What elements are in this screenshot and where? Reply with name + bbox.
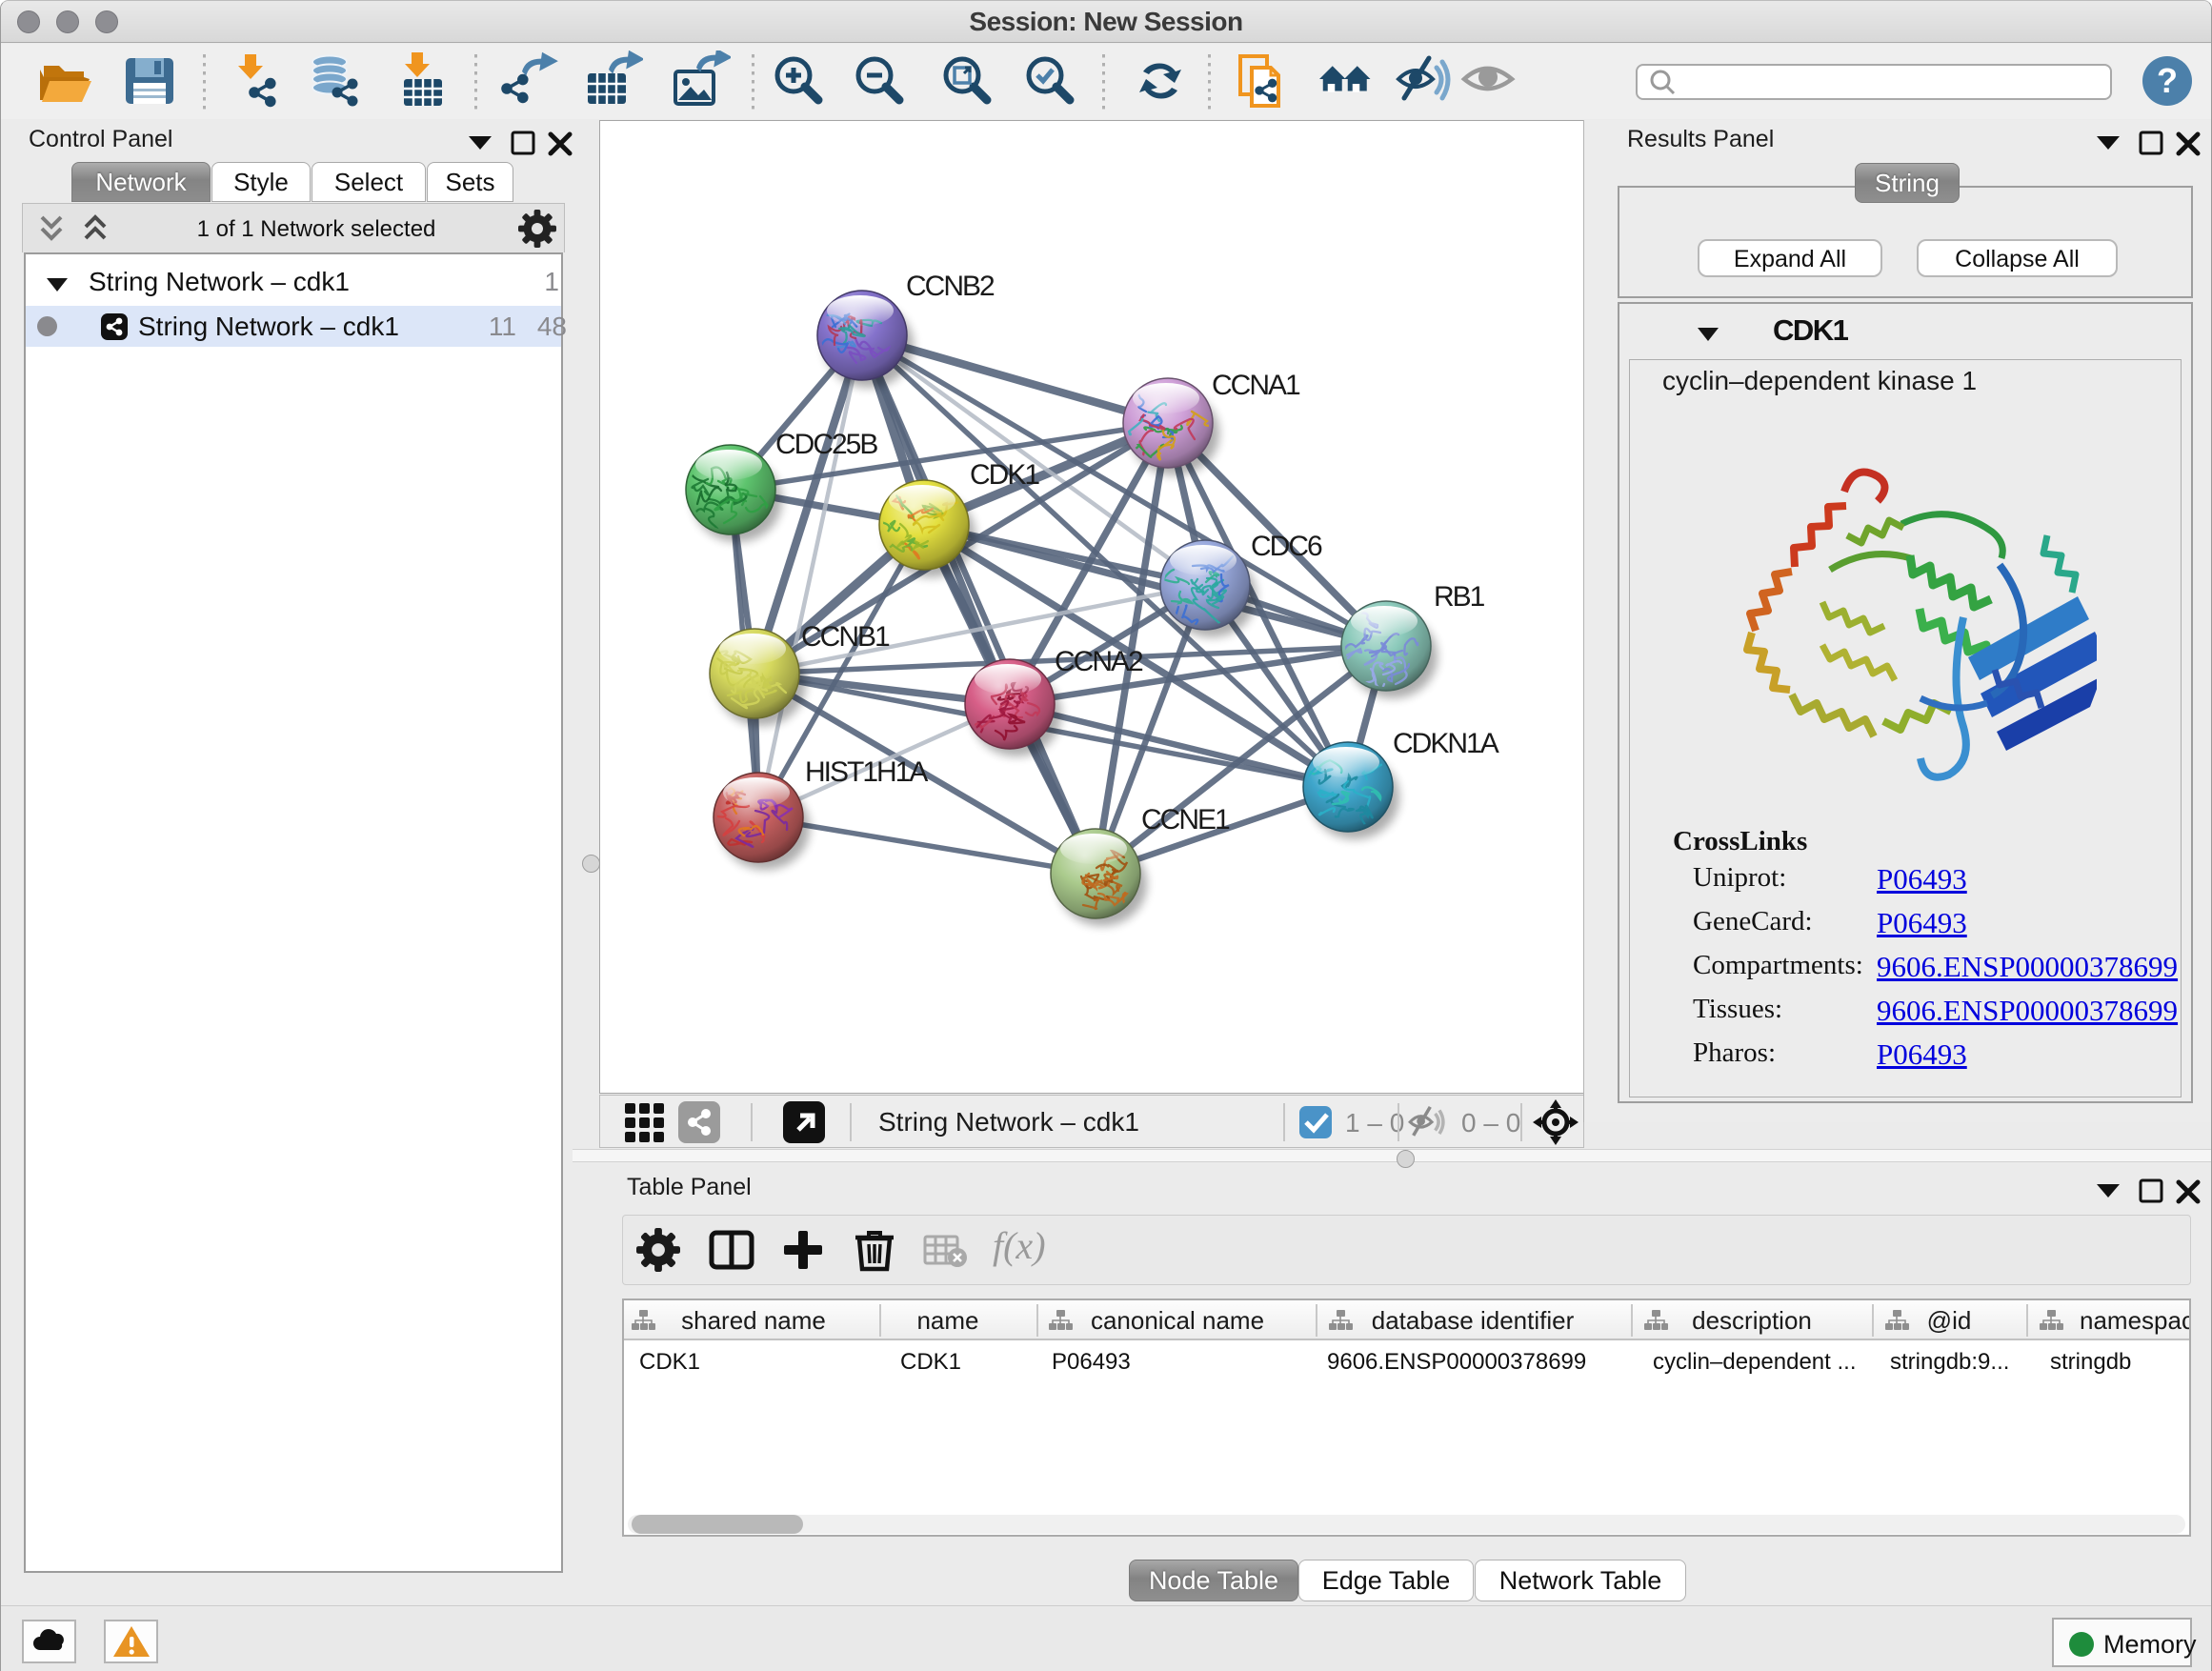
svg-text:CCNB2: CCNB2 bbox=[906, 271, 995, 302]
svg-text:CDKN1A: CDKN1A bbox=[1393, 728, 1499, 759]
svg-text:HIST1H1A: HIST1H1A bbox=[805, 756, 928, 788]
svg-text:RB1: RB1 bbox=[1434, 581, 1485, 613]
svg-text:CDK1: CDK1 bbox=[970, 459, 1039, 491]
svg-text:CCNB1: CCNB1 bbox=[801, 621, 890, 653]
svg-text:?: ? bbox=[2157, 61, 2178, 100]
svg-text:CCNE1: CCNE1 bbox=[1141, 804, 1230, 836]
svg-text:CDC6: CDC6 bbox=[1251, 531, 1322, 562]
svg-text:CCNA1: CCNA1 bbox=[1212, 370, 1300, 401]
svg-text:CCNA2: CCNA2 bbox=[1055, 646, 1143, 677]
svg-text:CDC25B: CDC25B bbox=[775, 429, 877, 460]
